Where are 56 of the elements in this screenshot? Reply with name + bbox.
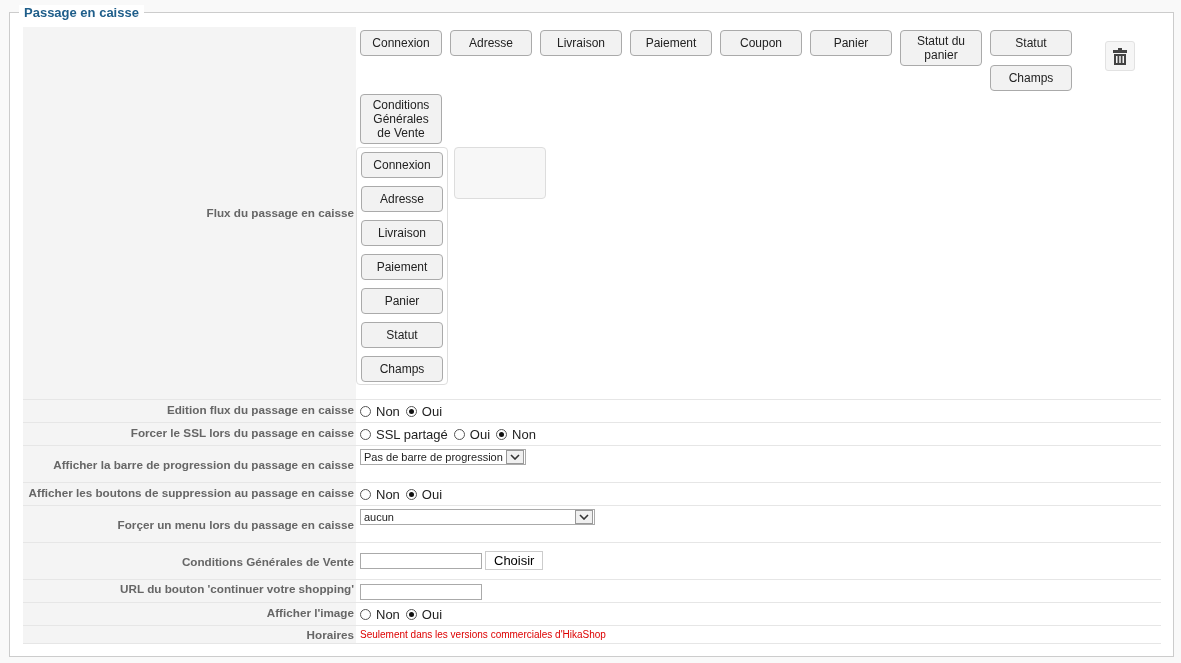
radio-label: Oui bbox=[421, 487, 443, 502]
step-button[interactable]: Paiement bbox=[630, 30, 712, 56]
radio-button[interactable] bbox=[405, 489, 417, 500]
field-label: Conditions Générales de Vente bbox=[23, 543, 356, 579]
section-title: Passage en caisse bbox=[19, 5, 144, 20]
step-button[interactable]: Statut du panier bbox=[900, 30, 982, 66]
field-label: Afficher les boutons de suppression au passage en caisse bbox=[23, 483, 356, 505]
dropdown[interactable]: aucun bbox=[360, 509, 595, 525]
step-button[interactable]: Panier bbox=[810, 30, 892, 56]
step-button[interactable]: Coupon bbox=[720, 30, 802, 56]
radio-label: Oui bbox=[469, 427, 491, 442]
radio-button[interactable] bbox=[405, 609, 417, 620]
step-button[interactable]: Statut bbox=[990, 30, 1072, 56]
radio-button[interactable] bbox=[360, 489, 371, 500]
step-button[interactable]: Champs bbox=[361, 356, 443, 382]
field-label: Forçer un menu lors du passage en caisse bbox=[23, 506, 356, 542]
step-button[interactable]: Adresse bbox=[450, 30, 532, 56]
radio-label: Oui bbox=[421, 607, 443, 622]
step-button[interactable]: Champs bbox=[990, 65, 1072, 91]
caret-icon bbox=[575, 510, 593, 524]
step-button[interactable]: Conditions Générales de Vente bbox=[360, 94, 442, 144]
caret-icon bbox=[506, 450, 524, 464]
field-label: Flux du passage en caisse bbox=[23, 27, 356, 399]
field-label: Horaires bbox=[23, 626, 356, 643]
radio-button[interactable] bbox=[360, 406, 371, 417]
step-button[interactable]: Livraison bbox=[540, 30, 622, 56]
input-field[interactable] bbox=[360, 553, 482, 569]
radio-label: Oui bbox=[421, 404, 443, 419]
radio-label: SSL partagé bbox=[376, 427, 448, 442]
step-button[interactable]: Connexion bbox=[360, 30, 442, 56]
radio-button[interactable] bbox=[360, 609, 371, 620]
step-button[interactable]: Adresse bbox=[361, 186, 443, 212]
radio-label: Non bbox=[512, 427, 536, 442]
step-button[interactable]: Paiement bbox=[361, 254, 443, 280]
radio-button[interactable] bbox=[496, 429, 508, 440]
radio-button[interactable] bbox=[405, 406, 417, 417]
step-button[interactable]: Statut bbox=[361, 322, 443, 348]
field-label: Afficher la barre de progression du passage en caisse bbox=[23, 446, 356, 482]
step-button[interactable]: Livraison bbox=[361, 220, 443, 246]
choose-button[interactable]: Choisir bbox=[485, 551, 544, 570]
step-button[interactable]: Panier bbox=[361, 288, 443, 314]
dropdown[interactable]: Pas de barre de progression bbox=[360, 449, 526, 465]
radio-button[interactable] bbox=[453, 429, 465, 440]
field-label: Forcer le SSL lors du passage en caisse bbox=[23, 423, 356, 445]
delete-button[interactable] bbox=[1105, 41, 1135, 71]
field-label: URL du bouton 'continuer votre shopping' bbox=[23, 580, 356, 602]
radio-label: Non bbox=[376, 487, 400, 502]
input-field[interactable] bbox=[360, 584, 482, 600]
notice-text: Seulement dans les versions commerciales d'HikaShop bbox=[360, 628, 606, 640]
radio-label: Non bbox=[376, 607, 400, 622]
field-label: Afficher l'image bbox=[23, 603, 356, 625]
radio-label: Non bbox=[376, 404, 400, 419]
field-label: Edition flux du passage en caisse bbox=[23, 400, 356, 422]
trash-icon bbox=[1113, 47, 1127, 65]
radio-button[interactable] bbox=[360, 429, 371, 440]
step-button[interactable]: Connexion bbox=[361, 152, 443, 178]
